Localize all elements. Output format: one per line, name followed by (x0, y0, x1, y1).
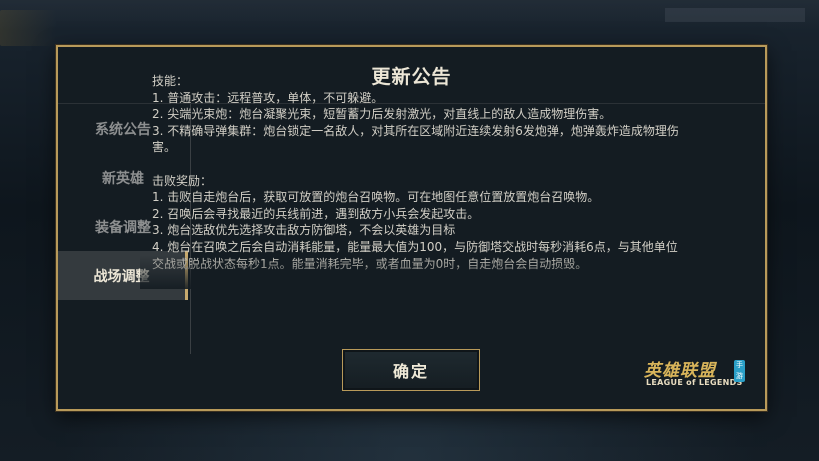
game-logo: 英雄联盟 LEAGUE of LEGENDS 手游 (644, 356, 748, 392)
tab-label: 系统公告 (95, 121, 151, 138)
tab-label: 战场调整 (93, 268, 150, 285)
background-corner-emblem (0, 10, 56, 46)
logo-mobile-badge: 手游 (734, 360, 745, 382)
reward-item: 1. 击败自走炮台后，获取可放置的炮台召唤物。可在地图任意位置放置炮台召唤物。 (152, 190, 600, 205)
tab-label: 新英雄 (102, 170, 144, 187)
confirm-button-label: 确定 (392, 362, 429, 381)
rewards-heading: 击败奖励： (152, 173, 213, 188)
confirm-button[interactable]: 确定 (342, 349, 480, 391)
skill-item: 1. 普通攻击：远程普攻，单体，不可躲避。 (152, 90, 384, 105)
reward-item: 2. 召唤后会寻找最近的兵线前进，遇到敌方小兵会发起攻击。 (152, 206, 480, 221)
logo-title-en: LEAGUE of LEGENDS (646, 378, 743, 387)
announcement-content[interactable]: 技能： 1. 普通攻击：远程普攻，单体，不可躲避。 2. 尖端光束炮：炮台凝聚光… (152, 73, 688, 287)
skill-item: 2. 尖端光束炮：炮台凝聚光束，短暂蓄力后发射激光，对直线上的敌人造成物理伤害。 (152, 107, 612, 122)
skills-heading: 技能： (152, 74, 189, 88)
skill-item: 3. 不精确导弹集群：炮台锁定一名敌人，对其所在区域附近连续发射6发炮弹，炮弹轰… (152, 123, 679, 155)
background-status-text (665, 8, 805, 22)
reward-item: 3. 炮台选敌优先选择攻击敌方防御塔，不会以英雄为目标 (152, 223, 456, 238)
reward-item: 4. 炮台在召唤之后会自动消耗能量，能量最大值为100，与防御塔交战时每秒消耗6… (152, 239, 678, 271)
tab-label: 装备调整 (95, 219, 151, 236)
